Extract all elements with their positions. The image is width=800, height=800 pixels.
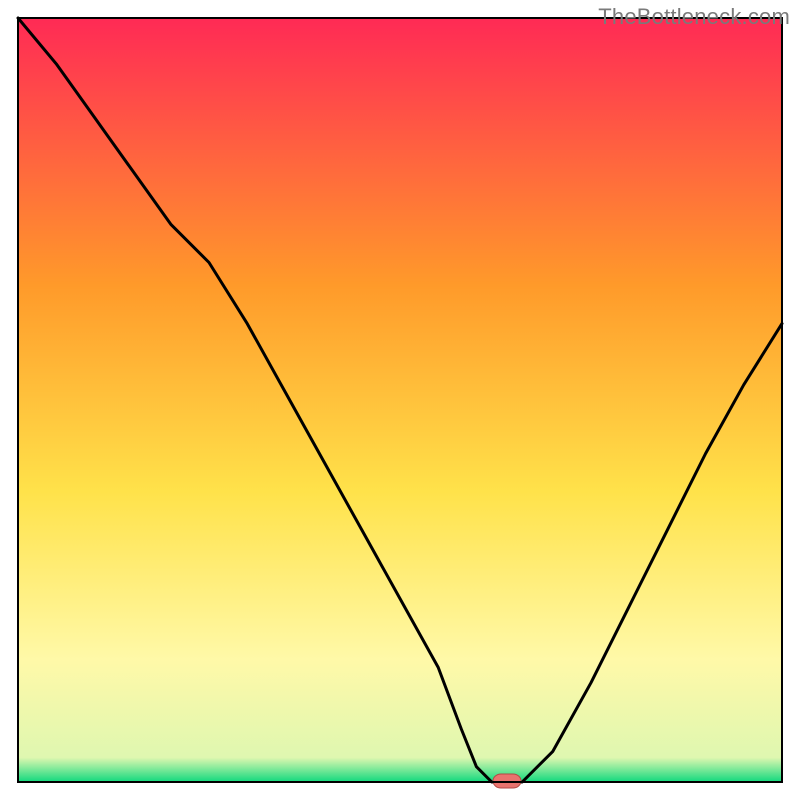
plot-background xyxy=(18,18,782,782)
bottleneck-chart: TheBottleneck.com xyxy=(0,0,800,800)
chart-svg xyxy=(0,0,800,800)
watermark-label: TheBottleneck.com xyxy=(598,4,790,30)
